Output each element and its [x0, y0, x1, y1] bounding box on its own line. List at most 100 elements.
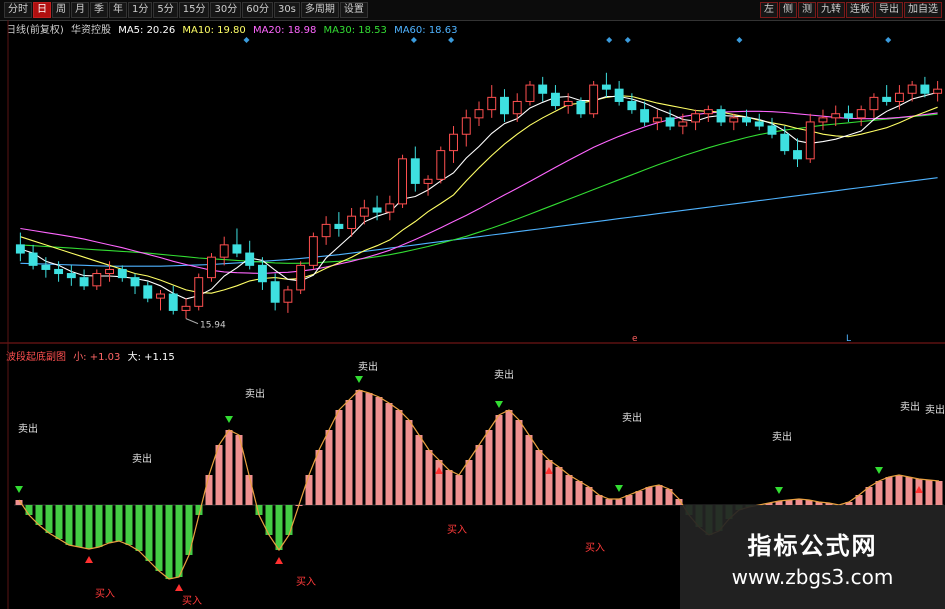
candle-body	[665, 117, 675, 127]
histogram-bar	[335, 410, 343, 505]
candle	[487, 85, 497, 118]
candle-body	[423, 178, 433, 184]
candle-body	[79, 277, 89, 287]
candle-body	[143, 285, 153, 299]
sell-arrow-icon	[495, 401, 503, 408]
sell-label: 卖出	[622, 411, 642, 424]
histogram-bar	[475, 445, 483, 505]
candle	[856, 105, 866, 127]
histogram-bar	[245, 475, 253, 505]
ma30-line	[20, 113, 938, 264]
buy-arrow-icon	[275, 557, 283, 564]
candle	[525, 80, 535, 106]
candle	[232, 228, 242, 258]
candle	[614, 80, 624, 106]
candle	[933, 80, 943, 102]
histogram-bar	[285, 505, 293, 535]
histogram-bar	[205, 475, 213, 505]
candle	[181, 298, 191, 319]
candle-body	[576, 100, 586, 115]
sell-arrow-icon	[875, 467, 883, 474]
histogram-bar	[345, 400, 353, 505]
sell-label: 卖出	[132, 452, 152, 465]
candle-body	[601, 84, 611, 90]
candle	[219, 236, 229, 266]
histogram-bar	[125, 505, 133, 545]
histogram-bar	[485, 430, 493, 505]
histogram-bar	[455, 475, 463, 505]
candle-body	[436, 150, 446, 180]
histogram-bar	[135, 505, 143, 551]
candle-body	[398, 158, 408, 205]
candle-body	[894, 92, 904, 102]
candle	[117, 265, 127, 282]
sell-label: 卖出	[358, 360, 378, 373]
sell-arrow-icon	[615, 485, 623, 492]
candle-body	[347, 215, 357, 229]
histogram-bar	[435, 460, 443, 505]
histogram-bar	[395, 410, 403, 505]
candle	[461, 109, 471, 147]
candle	[15, 232, 25, 262]
sell-label: 卖出	[925, 403, 945, 416]
histogram-bar	[575, 481, 583, 505]
candle-body	[283, 289, 293, 303]
candle	[270, 273, 280, 311]
histogram-bar	[905, 477, 913, 505]
candle	[410, 146, 420, 192]
histogram-bar	[895, 475, 903, 505]
signal-diamond	[410, 37, 417, 43]
watermark: 指标公式网 www.zbgs3.com	[680, 505, 945, 609]
histogram-bar	[495, 415, 503, 505]
ma20-line	[20, 110, 938, 275]
histogram-bar	[925, 480, 933, 505]
candle-body	[640, 109, 650, 123]
candle-body	[296, 264, 306, 291]
histogram-bar	[355, 390, 363, 505]
candle-body	[563, 100, 573, 107]
candle-body	[487, 96, 497, 111]
candle	[28, 244, 38, 270]
candle	[130, 273, 140, 295]
histogram-bar	[365, 393, 373, 505]
candle-body	[844, 113, 853, 119]
candle	[449, 126, 458, 163]
candle-body	[257, 264, 267, 283]
buy-arrow-icon	[175, 584, 183, 591]
candle	[805, 113, 815, 163]
buy-label: 买入	[182, 595, 202, 607]
buy-label: 买入	[447, 524, 467, 536]
candle-body	[729, 117, 739, 123]
signal-diamond	[243, 37, 250, 43]
candle-body	[385, 203, 395, 213]
histogram-bar	[375, 397, 383, 505]
candle	[308, 232, 318, 270]
candle-body	[538, 84, 548, 94]
candle-body	[933, 88, 943, 94]
buy-arrow-icon	[85, 556, 93, 563]
candle	[372, 195, 382, 221]
candle-body	[805, 121, 815, 160]
candle	[538, 76, 548, 102]
histogram-bar	[115, 505, 123, 541]
candle	[296, 261, 306, 295]
histogram-bar	[95, 505, 103, 547]
histogram-bar	[535, 450, 543, 505]
histogram-bar	[175, 505, 183, 577]
candle-body	[461, 117, 471, 135]
candle	[79, 269, 89, 290]
candle	[283, 285, 293, 313]
candle	[385, 195, 395, 221]
candle-body	[105, 268, 114, 275]
signal-diamond	[885, 37, 892, 43]
buy-label: 买入	[95, 588, 115, 600]
histogram-bar	[85, 505, 93, 549]
candle-body	[831, 113, 841, 119]
candle-body	[550, 92, 560, 107]
candle-body	[359, 207, 369, 217]
signal-diamond	[448, 37, 455, 43]
candle-body	[856, 109, 866, 119]
signal-diamond	[606, 37, 613, 43]
marker-e: e	[632, 334, 638, 344]
candle-body	[321, 223, 331, 238]
